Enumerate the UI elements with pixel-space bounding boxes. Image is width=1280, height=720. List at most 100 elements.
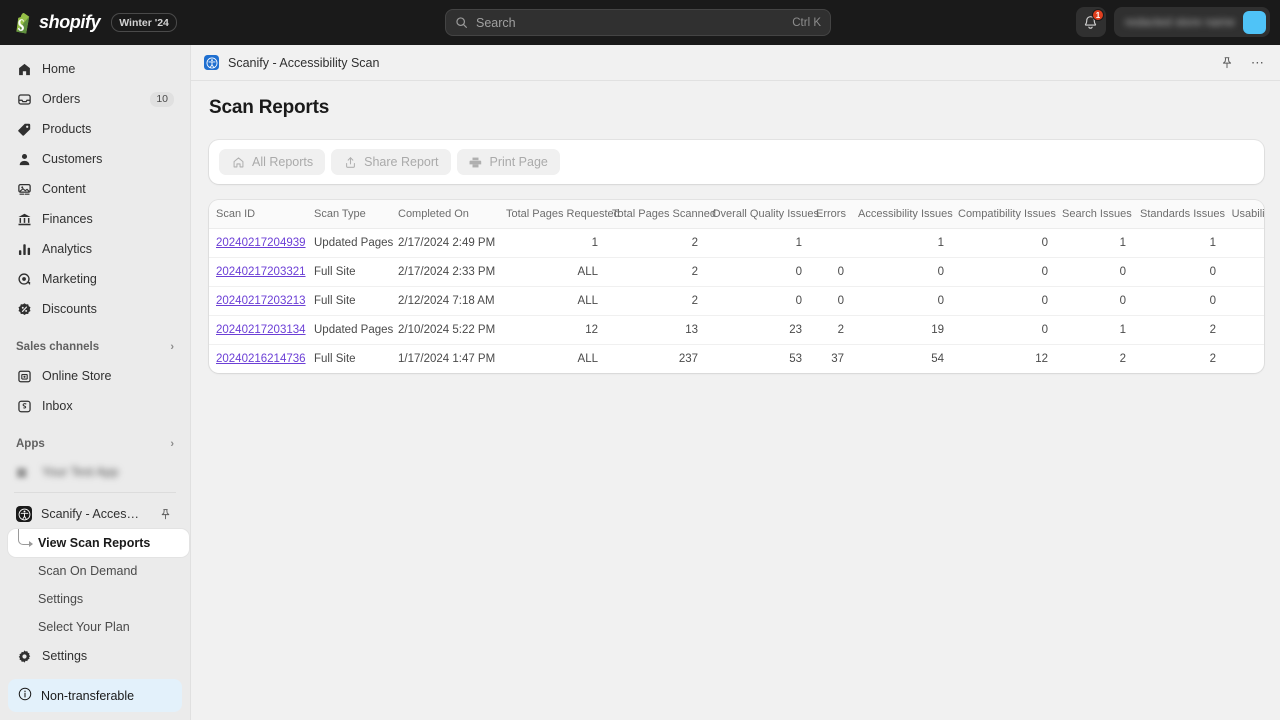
cell-accessibility-issues: 1 [851,229,951,258]
sidebar-item-home[interactable]: Home [8,54,182,84]
sidebar-item-view-scan-reports[interactable]: View Scan Reports [8,529,189,557]
report-toolbar: All Reports Share Report P [219,149,1254,175]
sidebar-item-label: Finances [42,212,174,226]
search-placeholder: Search [476,16,792,30]
non-transferable-banner[interactable]: Non-transferable [8,679,182,712]
cell-completed-on: 1/17/2024 1:47 PM [391,345,499,374]
search-input[interactable]: Search Ctrl K [445,9,831,36]
sub-item-label: Scan On Demand [38,564,137,578]
cell-accessibility-issues: 0 [851,258,951,287]
sidebar-item-blurred-app[interactable]: ▦ Your Test App [8,458,182,486]
table-row[interactable]: 20240217203321 Full Site 2/17/2024 2:33 … [209,258,1264,287]
table-row[interactable]: 20240216214736 Full Site 1/17/2024 1:47 … [209,345,1264,374]
sidebar-item-label: Inbox [42,399,174,413]
sidebar-item-customers[interactable]: Customers [8,144,182,174]
cell-usability-issues: 1 [1223,229,1264,258]
sidebar-item-label: Discounts [42,302,174,316]
sidebar-bottom: Settings Non-transferable [0,641,190,720]
sales-channels-section-header[interactable]: Sales channels › [8,334,182,360]
cell-completed-on: 2/17/2024 2:49 PM [391,229,499,258]
sub-item-label: Select Your Plan [38,620,130,634]
shopify-brand[interactable]: shopify Winter '24 [0,12,177,34]
cell-scan-type: Updated Pages [307,316,391,345]
sidebar-item-content[interactable]: Content [8,174,182,204]
sidebar-item-finances[interactable]: Finances [8,204,182,234]
sidebar-item-online-store[interactable]: Online Store [8,361,182,391]
main-area: Scanify - Accessibility Scan ⋯ Scan Repo… [191,45,1280,720]
sidebar-item-orders[interactable]: Orders 10 [8,84,182,114]
col-standards-issues[interactable]: Standards Issues [1133,200,1223,229]
scan-id-link[interactable]: 20240217203134 [216,324,306,336]
sidebar-item-select-your-plan[interactable]: Select Your Plan [8,613,190,641]
cell-usability-issues: 2 [1223,345,1264,374]
print-page-button[interactable]: Print Page [457,149,560,175]
col-completed-on[interactable]: Completed On [391,200,499,229]
col-total-pages-requested[interactable]: Total Pages Requested [499,200,605,229]
cell-usability-issues: 0 [1223,258,1264,287]
col-errors[interactable]: Errors [809,200,851,229]
customers-person-icon [16,151,32,167]
cell-accessibility-issues: 0 [851,287,951,316]
cell-compatibility-issues: 12 [951,345,1055,374]
all-reports-button[interactable]: All Reports [219,149,325,175]
finances-bank-icon [16,211,32,227]
col-overall-quality-issues[interactable]: Overall Quality Issues [705,200,809,229]
inbox-shopify-icon [16,398,32,414]
col-search-issues[interactable]: Search Issues [1055,200,1133,229]
sidebar-item-inbox[interactable]: Inbox [8,391,182,421]
scan-reports-table: Scan ID Scan Type Completed On Total Pag… [209,200,1264,373]
sidebar-item-scanify-app[interactable]: Scanify - Accessibility ... [8,499,182,529]
sidebar-item-analytics[interactable]: Analytics [8,234,182,264]
ellipsis-icon[interactable]: ⋯ [1247,52,1269,74]
col-accessibility-issues[interactable]: Accessibility Issues [851,200,951,229]
share-report-button[interactable]: Share Report [331,149,450,175]
scan-id-link[interactable]: 20240216214736 [216,353,306,365]
notifications-button[interactable]: 1 [1076,7,1106,37]
pin-icon[interactable] [1216,52,1238,74]
banner-label: Non-transferable [41,689,134,703]
cell-accessibility-issues: 54 [851,345,951,374]
cell-search-issues: 2 [1055,345,1133,374]
pin-icon[interactable] [154,503,176,525]
apps-section-header[interactable]: Apps › [8,431,182,457]
button-label: All Reports [252,155,313,169]
scan-id-link[interactable]: 20240217204939 [216,237,306,249]
scan-id-link[interactable]: 20240217203321 [216,266,306,278]
sidebar-item-products[interactable]: Products [8,114,182,144]
col-scan-id[interactable]: Scan ID [209,200,307,229]
top-bar: shopify Winter '24 Search Ctrl K 1 redac… [0,0,1280,45]
sidebar-item-discounts[interactable]: Discounts [8,294,182,324]
sidebar-item-settings[interactable]: Settings [8,641,182,671]
scan-id-link[interactable]: 20240217203213 [216,295,306,307]
home-icon [231,155,245,169]
store-menu-button[interactable]: redacted store name [1114,7,1270,37]
sidebar-divider [14,492,176,493]
products-tag-icon [16,121,32,137]
sidebar-item-label: Customers [42,152,174,166]
cell-scan-id: 20240217203321 [209,258,307,287]
content-image-icon [16,181,32,197]
cell-compatibility-issues: 0 [951,287,1055,316]
discounts-icon [16,301,32,317]
avatar [1243,11,1266,34]
cell-compatibility-issues: 0 [951,258,1055,287]
table-row[interactable]: 20240217204939 Updated Pages 2/17/2024 2… [209,229,1264,258]
col-compatibility-issues[interactable]: Compatibility Issues [951,200,1055,229]
sidebar-item-label: Settings [42,649,174,663]
cell-pages-requested: 1 [499,229,605,258]
col-total-pages-scanned[interactable]: Total Pages Scanned [605,200,705,229]
table-row[interactable]: 20240217203213 Full Site 2/12/2024 7:18 … [209,287,1264,316]
cell-scan-type: Full Site [307,287,391,316]
col-scan-type[interactable]: Scan Type [307,200,391,229]
cell-pages-scanned: 2 [605,229,705,258]
sidebar-item-scan-on-demand[interactable]: Scan On Demand [8,557,190,585]
cell-completed-on: 2/17/2024 2:33 PM [391,258,499,287]
cell-quality-issues: 0 [705,287,809,316]
col-usability-issues[interactable]: Usability Issues [1223,200,1264,229]
sidebar-item-marketing[interactable]: Marketing [8,264,182,294]
cell-standards-issues: 2 [1133,345,1223,374]
cell-standards-issues: 1 [1133,229,1223,258]
table-row[interactable]: 20240217203134 Updated Pages 2/10/2024 5… [209,316,1264,345]
cell-pages-requested: 12 [499,316,605,345]
sidebar-item-scanify-settings[interactable]: Settings [8,585,190,613]
